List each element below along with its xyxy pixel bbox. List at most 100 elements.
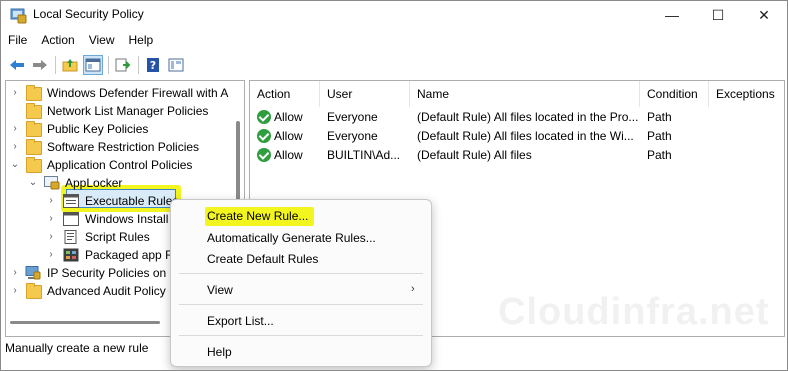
tree-item-network-list-manager[interactable]: Network List Manager Policies — [6, 102, 244, 120]
menu-file[interactable]: File — [8, 33, 27, 47]
applocker-icon — [44, 176, 60, 190]
chevron-right-icon[interactable]: › — [10, 286, 20, 296]
column-header-condition[interactable]: Condition — [640, 81, 709, 107]
menu-item-create-new-rule[interactable]: Create New Rule... — [175, 204, 427, 227]
cell-condition: Path — [647, 110, 672, 124]
packaged-app-icon — [63, 248, 79, 262]
folder-icon — [26, 85, 42, 101]
tree-item-label: Advanced Audit Policy — [47, 284, 166, 298]
table-row[interactable]: Allow Everyone (Default Rule) All files … — [250, 127, 784, 146]
folder-icon — [26, 121, 42, 137]
menu-separator — [179, 335, 423, 336]
window-title: Local Security Policy — [33, 7, 144, 21]
cell-name: (Default Rule) All files — [417, 148, 532, 162]
tree-item-label: IP Security Policies on L — [47, 266, 177, 280]
rule-collection-icon — [63, 194, 79, 208]
menu-view[interactable]: View — [89, 33, 115, 47]
folder-icon — [26, 103, 42, 119]
tree-item-public-key-policies[interactable]: › Public Key Policies — [6, 120, 244, 138]
allow-check-icon — [257, 129, 271, 143]
tree-item-label: Software Restriction Policies — [47, 140, 200, 154]
cell-action: Allow — [274, 148, 303, 162]
allow-check-icon — [257, 148, 271, 162]
column-header-exceptions[interactable]: Exceptions — [709, 81, 784, 107]
cell-action: Allow — [274, 110, 303, 124]
chevron-right-icon[interactable]: › — [10, 88, 20, 98]
toolbar: ? — [1, 52, 787, 78]
menu-item-automatically-generate-rules[interactable]: Automatically Generate Rules... — [175, 226, 427, 249]
tree-item-software-restriction[interactable]: › Software Restriction Policies — [6, 138, 244, 156]
menu-item-export-list[interactable]: Export List... — [175, 309, 427, 332]
table-row[interactable]: Allow Everyone (Default Rule) All files … — [250, 108, 784, 127]
menu-item-view[interactable]: View › — [175, 278, 427, 301]
menu-item-create-default-rules[interactable]: Create Default Rules — [175, 247, 427, 270]
menu-separator — [179, 304, 423, 305]
folder-icon — [26, 283, 42, 299]
allow-check-icon — [257, 110, 271, 124]
up-one-level-button[interactable] — [60, 55, 80, 75]
chevron-right-icon[interactable]: › — [46, 196, 56, 206]
tree-item-label: Script Rules — [85, 230, 150, 244]
cell-condition: Path — [647, 148, 672, 162]
menu-item-label: Help — [207, 345, 232, 359]
show-hide-console-tree-button[interactable] — [83, 55, 103, 75]
toolbar-separator — [55, 56, 56, 74]
folder-icon — [26, 139, 42, 155]
cell-user: Everyone — [327, 129, 378, 143]
cell-user: BUILTIN\Ad... — [327, 148, 401, 162]
table-row[interactable]: Allow BUILTIN\Ad... (Default Rule) All f… — [250, 146, 784, 165]
forward-button[interactable] — [30, 55, 50, 75]
tree-vertical-scrollbar[interactable] — [236, 121, 240, 211]
security-policy-app-icon — [10, 8, 27, 24]
export-list-button[interactable] — [113, 55, 133, 75]
export-list-icon — [115, 58, 131, 72]
maximize-button[interactable]: ☐ — [695, 1, 741, 29]
tree-item-windows-defender-firewall[interactable]: › Windows Defender Firewall with A — [6, 84, 244, 102]
column-header-action[interactable]: Action — [250, 81, 320, 107]
tree-item-application-control[interactable]: ⌄ Application Control Policies — [6, 156, 244, 174]
menu-help[interactable]: Help — [129, 33, 154, 47]
menu-action[interactable]: Action — [41, 33, 74, 47]
chevron-right-icon[interactable]: › — [10, 142, 20, 152]
minimize-button[interactable]: — — [649, 1, 695, 29]
chevron-right-icon[interactable]: › — [10, 124, 20, 134]
tree-item-label: AppLocker — [65, 176, 123, 190]
menu-item-help[interactable]: Help — [175, 340, 427, 363]
back-button[interactable] — [7, 55, 27, 75]
properties-button[interactable] — [166, 55, 186, 75]
tree-horizontal-scrollbar[interactable] — [10, 321, 160, 324]
cell-name: (Default Rule) All files located in the … — [417, 110, 639, 124]
show-hide-tree-icon — [85, 58, 101, 72]
script-rules-icon — [64, 230, 77, 244]
close-button[interactable]: ✕ — [741, 1, 787, 29]
menu-item-label: Create New Rule... — [207, 209, 309, 223]
chevron-down-icon[interactable]: ⌄ — [28, 178, 38, 188]
cell-condition: Path — [647, 129, 672, 143]
watermark: Cloudinfra.net — [498, 291, 770, 333]
context-menu: Create New Rule... Automatically Generat… — [170, 199, 432, 367]
svg-text:?: ? — [150, 59, 156, 72]
help-button[interactable]: ? — [143, 55, 163, 75]
chevron-right-icon[interactable]: › — [46, 214, 56, 224]
status-text: Manually create a new rule — [5, 341, 149, 355]
back-arrow-icon — [10, 60, 24, 70]
chevron-right-icon[interactable]: › — [10, 268, 20, 278]
chevron-right-icon[interactable]: › — [46, 232, 56, 242]
local-security-policy-window: Local Security Policy — ☐ ✕ File Action … — [0, 0, 788, 371]
column-header-name[interactable]: Name — [410, 81, 640, 107]
menu-separator — [179, 273, 423, 274]
tree-item-applocker[interactable]: ⌄ AppLocker — [6, 174, 244, 192]
up-folder-icon — [62, 59, 78, 72]
cell-user: Everyone — [327, 110, 378, 124]
menu-item-label: View — [207, 283, 233, 297]
tree-item-label: Application Control Policies — [47, 158, 193, 172]
menu-item-label: Export List... — [207, 314, 274, 328]
title-bar: Local Security Policy — ☐ ✕ — [1, 1, 787, 29]
chevron-right-icon[interactable]: › — [46, 250, 56, 260]
column-header-user[interactable]: User — [320, 81, 410, 107]
properties-icon — [168, 58, 184, 72]
toolbar-separator — [108, 56, 109, 74]
help-icon: ? — [147, 58, 159, 72]
tree-item-label: Windows Install — [85, 212, 169, 226]
chevron-down-icon[interactable]: ⌄ — [10, 160, 20, 170]
